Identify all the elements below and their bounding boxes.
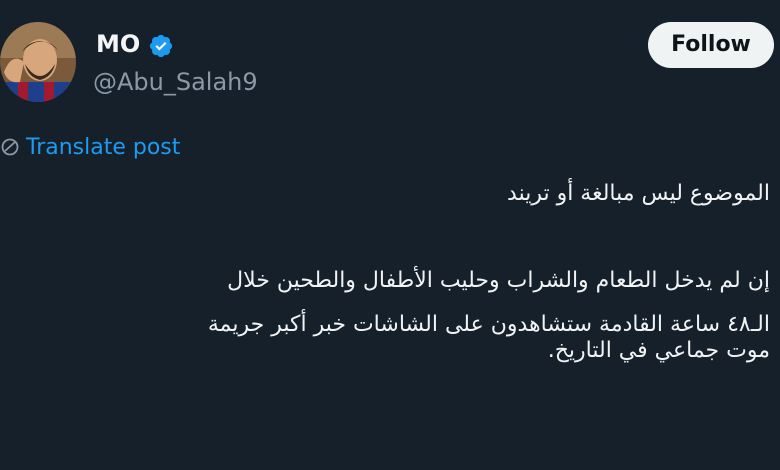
verified-badge-icon: [149, 34, 173, 58]
author-handle[interactable]: @Abu_Salah9: [93, 68, 258, 96]
translate-post-link[interactable]: Translate post: [0, 131, 180, 163]
profile-photo: [0, 22, 76, 102]
post-text-line: إن لم يدخل الطعام والشراب وحليب الأطفال …: [227, 268, 770, 293]
post-text-line: الموضوع ليس مبالغة أو تريند: [507, 181, 770, 206]
follow-button[interactable]: Follow: [648, 22, 774, 68]
avatar[interactable]: [0, 22, 76, 102]
post-text-line: موت جماعي في التاريخ.: [547, 338, 770, 363]
author-name[interactable]: MO: [96, 30, 140, 58]
post-text-line: الـ٤٨ ساعة القادمة ستشاهدون على الشاشات …: [207, 312, 770, 337]
translate-post-label: Translate post: [26, 134, 181, 160]
globe-icon: [1, 138, 19, 156]
